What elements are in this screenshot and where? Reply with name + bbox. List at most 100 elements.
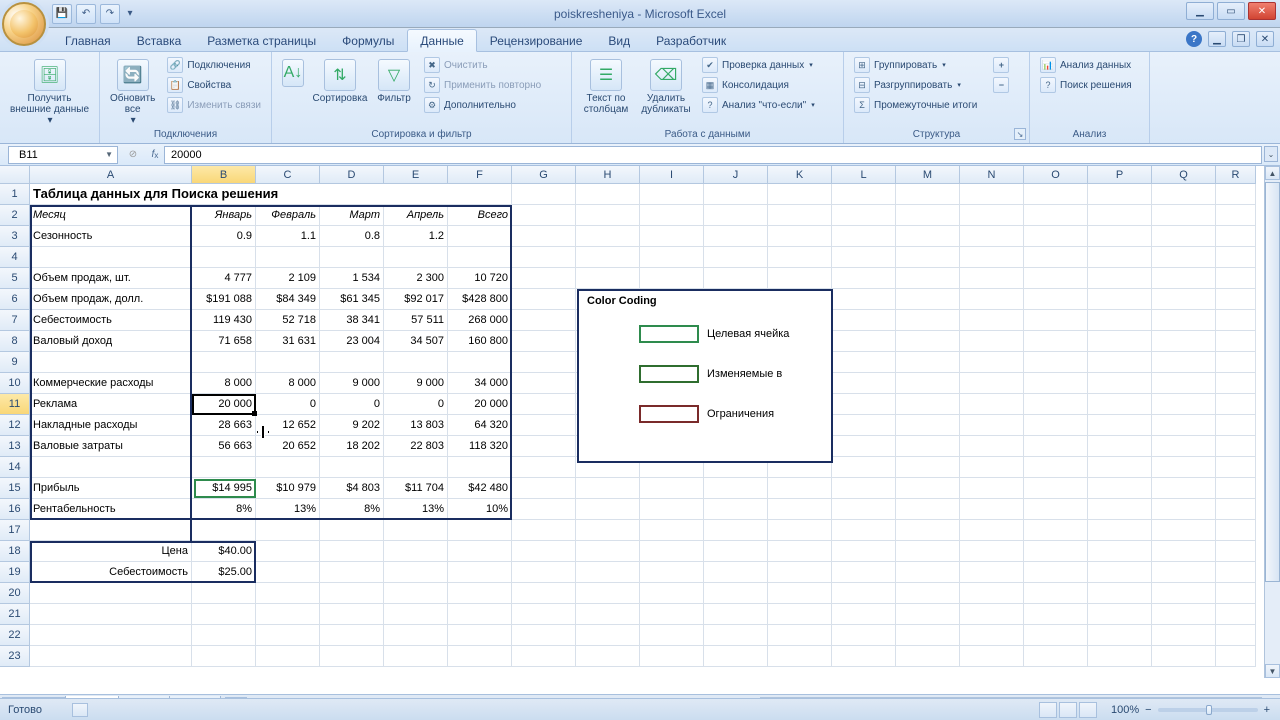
cell-D21[interactable] xyxy=(320,604,384,625)
cell-C5[interactable]: 2 109 xyxy=(256,268,320,289)
cell-Q8[interactable] xyxy=(1152,331,1216,352)
cell-O21[interactable] xyxy=(1024,604,1088,625)
cell-L21[interactable] xyxy=(832,604,896,625)
cell-L16[interactable] xyxy=(832,499,896,520)
cell-Q19[interactable] xyxy=(1152,562,1216,583)
cell-O8[interactable] xyxy=(1024,331,1088,352)
col-header-J[interactable]: J xyxy=(704,166,768,184)
cell-L3[interactable] xyxy=(832,226,896,247)
outline-launcher[interactable]: ↘ xyxy=(1014,128,1026,140)
cell-A9[interactable] xyxy=(30,352,192,373)
cell-H2[interactable] xyxy=(576,205,640,226)
cell-I22[interactable] xyxy=(640,625,704,646)
macro-record-icon[interactable] xyxy=(72,703,88,717)
maximize-button[interactable]: ▭ xyxy=(1217,2,1245,20)
cell-K5[interactable] xyxy=(768,268,832,289)
cell-L20[interactable] xyxy=(832,583,896,604)
cell-J17[interactable] xyxy=(704,520,768,541)
cell-C15[interactable]: $10 979 xyxy=(256,478,320,499)
cell-E10[interactable]: 9 000 xyxy=(384,373,448,394)
cell-N17[interactable] xyxy=(960,520,1024,541)
cell-N3[interactable] xyxy=(960,226,1024,247)
tab-review[interactable]: Рецензирование xyxy=(477,29,596,51)
cell-N10[interactable] xyxy=(960,373,1024,394)
row-header-23[interactable]: 23 xyxy=(0,646,30,667)
cell-H21[interactable] xyxy=(576,604,640,625)
cell-E3[interactable]: 1.2 xyxy=(384,226,448,247)
cell-C17[interactable] xyxy=(256,520,320,541)
show-detail-button[interactable]: + xyxy=(989,55,1013,75)
cell-P9[interactable] xyxy=(1088,352,1152,373)
zoom-out-button[interactable]: − xyxy=(1145,704,1151,716)
cell-L8[interactable] xyxy=(832,331,896,352)
cell-D7[interactable]: 38 341 xyxy=(320,310,384,331)
cell-N23[interactable] xyxy=(960,646,1024,667)
cell-B21[interactable] xyxy=(192,604,256,625)
cell-N19[interactable] xyxy=(960,562,1024,583)
cell-I5[interactable] xyxy=(640,268,704,289)
cell-D5[interactable]: 1 534 xyxy=(320,268,384,289)
cell-Q7[interactable] xyxy=(1152,310,1216,331)
cell-B4[interactable] xyxy=(192,247,256,268)
cell-F7[interactable]: 268 000 xyxy=(448,310,512,331)
cell-R8[interactable] xyxy=(1216,331,1256,352)
cell-B6[interactable]: $191 088 xyxy=(192,289,256,310)
cell-F17[interactable] xyxy=(448,520,512,541)
cell-C4[interactable] xyxy=(256,247,320,268)
cell-D10[interactable]: 9 000 xyxy=(320,373,384,394)
cell-M22[interactable] xyxy=(896,625,960,646)
cell-A12[interactable]: Накладные расходы xyxy=(30,415,192,436)
cell-F5[interactable]: 10 720 xyxy=(448,268,512,289)
cell-H22[interactable] xyxy=(576,625,640,646)
cell-H3[interactable] xyxy=(576,226,640,247)
cell-J4[interactable] xyxy=(704,247,768,268)
row-header-17[interactable]: 17 xyxy=(0,520,30,541)
cell-J3[interactable] xyxy=(704,226,768,247)
cell-Q1[interactable] xyxy=(1152,184,1216,205)
cell-C9[interactable] xyxy=(256,352,320,373)
close-workbook-button[interactable]: ✕ xyxy=(1256,31,1274,47)
filter-button[interactable]: ▽Фильтр xyxy=(372,55,416,127)
cell-E9[interactable] xyxy=(384,352,448,373)
cell-M10[interactable] xyxy=(896,373,960,394)
cell-K17[interactable] xyxy=(768,520,832,541)
cell-G4[interactable] xyxy=(512,247,576,268)
cell-M18[interactable] xyxy=(896,541,960,562)
cell-L23[interactable] xyxy=(832,646,896,667)
save-icon[interactable]: 💾 xyxy=(52,4,72,24)
row-header-11[interactable]: 11 xyxy=(0,394,30,415)
cell-P6[interactable] xyxy=(1088,289,1152,310)
cell-I21[interactable] xyxy=(640,604,704,625)
cell-J19[interactable] xyxy=(704,562,768,583)
cell-E2[interactable]: Апрель xyxy=(384,205,448,226)
cell-M6[interactable] xyxy=(896,289,960,310)
cell-M19[interactable] xyxy=(896,562,960,583)
cell-D15[interactable]: $4 803 xyxy=(320,478,384,499)
cell-B19[interactable]: $25.00 xyxy=(192,562,256,583)
cell-I23[interactable] xyxy=(640,646,704,667)
cell-K20[interactable] xyxy=(768,583,832,604)
cell-O22[interactable] xyxy=(1024,625,1088,646)
cell-Q5[interactable] xyxy=(1152,268,1216,289)
cell-E19[interactable] xyxy=(384,562,448,583)
cell-O2[interactable] xyxy=(1024,205,1088,226)
cell-C23[interactable] xyxy=(256,646,320,667)
cell-K1[interactable] xyxy=(768,184,832,205)
cell-J2[interactable] xyxy=(704,205,768,226)
cell-D19[interactable] xyxy=(320,562,384,583)
cell-P20[interactable] xyxy=(1088,583,1152,604)
cell-O17[interactable] xyxy=(1024,520,1088,541)
cell-R9[interactable] xyxy=(1216,352,1256,373)
cell-C22[interactable] xyxy=(256,625,320,646)
col-header-A[interactable]: A xyxy=(30,166,192,184)
cell-Q11[interactable] xyxy=(1152,394,1216,415)
cell-F2[interactable]: Всего xyxy=(448,205,512,226)
col-header-Q[interactable]: Q xyxy=(1152,166,1216,184)
cell-Q6[interactable] xyxy=(1152,289,1216,310)
cell-M14[interactable] xyxy=(896,457,960,478)
cell-O4[interactable] xyxy=(1024,247,1088,268)
cell-G21[interactable] xyxy=(512,604,576,625)
cell-I18[interactable] xyxy=(640,541,704,562)
col-header-P[interactable]: P xyxy=(1088,166,1152,184)
cell-L13[interactable] xyxy=(832,436,896,457)
